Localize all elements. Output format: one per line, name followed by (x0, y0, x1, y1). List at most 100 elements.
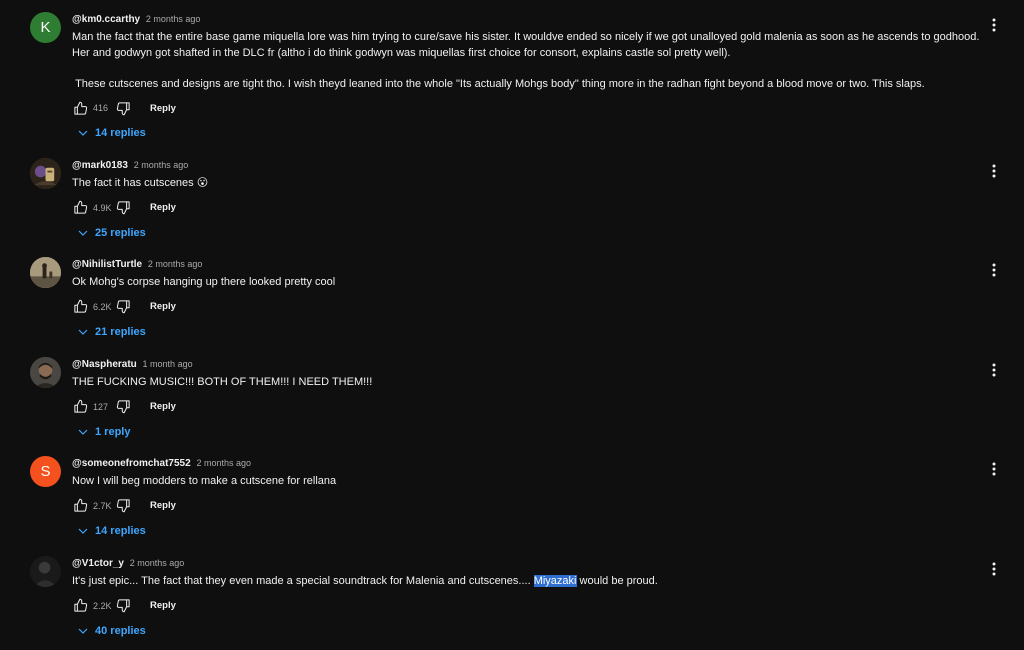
thumb-up-icon (73, 299, 87, 313)
comment-actions: 2.2K Reply (72, 597, 982, 615)
like-count: 416 (93, 103, 109, 113)
chevron-down-icon (78, 230, 88, 236)
selected-text[interactable]: Miyazaki (533, 575, 577, 587)
replies-count: 21 replies (95, 325, 146, 338)
reply-button[interactable]: Reply (150, 401, 176, 412)
avatar[interactable] (30, 556, 61, 587)
chevron-down-icon (78, 329, 88, 335)
avatar-image (30, 158, 61, 189)
comment-author[interactable]: @NihilistTurtle (72, 259, 142, 270)
comment-author[interactable]: @Naspheratu (72, 359, 137, 370)
reply-button[interactable]: Reply (150, 301, 176, 312)
comment-author[interactable]: @V1ctor_y (72, 558, 124, 569)
comment-header: @V1ctor_y 2 months ago (72, 556, 982, 571)
replies-count: 1 reply (95, 425, 131, 438)
comment-text: The fact it has cutscenes 😮 (72, 177, 209, 189)
view-replies-button[interactable]: 21 replies (77, 324, 982, 340)
comment-time[interactable]: 2 months ago (130, 558, 185, 568)
more-vert-icon (992, 462, 996, 476)
chevron-down-icon (78, 130, 88, 136)
like-count: 2.2K (93, 600, 112, 611)
chevron-down-icon (78, 628, 88, 634)
comment-text: It's just epic... The fact that they eve… (72, 574, 982, 590)
chevron-down-icon (78, 528, 88, 534)
dislike-button[interactable] (115, 598, 131, 614)
replies-count: 40 replies (95, 624, 146, 637)
comment-author[interactable]: @someonefromchat7552 (72, 458, 191, 469)
comment-author[interactable]: @km0.ccarthy (72, 14, 140, 25)
dislike-button[interactable] (115, 299, 131, 315)
comment-time[interactable]: 2 months ago (148, 259, 203, 269)
avatar-letter: K (40, 19, 51, 36)
dislike-button[interactable] (115, 498, 131, 514)
view-replies-button[interactable]: 40 replies (77, 623, 982, 639)
comment-actions: 4.9K Reply (72, 199, 982, 217)
avatar-letter: S (40, 463, 51, 480)
comment-actions: 6.2K Reply (72, 298, 982, 316)
thumb-up-icon (73, 598, 87, 612)
dislike-button[interactable] (115, 399, 131, 415)
avatar[interactable]: S (30, 456, 61, 487)
comment-text: Now I will beg modders to make a cutscen… (72, 475, 337, 487)
avatar[interactable] (30, 357, 61, 388)
like-count: 2.7K (93, 500, 112, 511)
more-vert-icon (992, 263, 996, 277)
reply-button[interactable]: Reply (150, 202, 176, 213)
reply-button[interactable]: Reply (150, 500, 176, 511)
comment-author[interactable]: @mark0183 (72, 160, 128, 171)
dislike-button[interactable] (115, 200, 131, 216)
like-button[interactable] (72, 598, 88, 614)
view-replies-button[interactable]: 1 reply (77, 424, 982, 440)
comment-menu-button[interactable] (986, 162, 1002, 180)
comment-header: @km0.ccarthy 2 months ago (72, 12, 982, 27)
like-count: 6.2K (93, 301, 112, 312)
comment-time[interactable]: 2 months ago (146, 14, 201, 24)
like-button[interactable] (72, 100, 88, 116)
comment-time[interactable]: 2 months ago (134, 160, 189, 170)
like-button[interactable] (72, 299, 88, 315)
avatar[interactable] (30, 158, 61, 189)
view-replies-button[interactable]: 14 replies (77, 125, 982, 141)
like-button[interactable] (72, 498, 88, 514)
comment-header: @Naspheratu 1 month ago (72, 357, 982, 372)
thumb-down-icon (116, 400, 130, 414)
comment-header: @NihilistTurtle 2 months ago (72, 257, 982, 272)
comment-menu-button[interactable] (986, 16, 1002, 34)
thumb-down-icon (116, 499, 130, 513)
chevron-down-icon (78, 429, 88, 435)
view-replies-button[interactable]: 14 replies (77, 523, 982, 539)
avatar[interactable]: K (30, 12, 61, 43)
comment-menu-button[interactable] (986, 261, 1002, 279)
comment-actions: 416 Reply (72, 99, 982, 117)
comment-text: Man the fact that the entire base game m… (72, 31, 980, 90)
like-button[interactable] (72, 200, 88, 216)
comment-menu-button[interactable] (986, 560, 1002, 578)
reply-button[interactable]: Reply (150, 103, 176, 114)
replies-count: 14 replies (95, 127, 146, 139)
like-button[interactable] (72, 399, 88, 415)
more-vert-icon (992, 164, 996, 178)
avatar-image (30, 257, 61, 288)
avatar[interactable] (30, 257, 61, 288)
comment-menu-button[interactable] (986, 361, 1002, 379)
comment-time[interactable]: 2 months ago (196, 458, 251, 468)
comment-actions: 127 Reply (72, 398, 982, 416)
avatar-image (30, 357, 61, 388)
comments-section: K @km0.ccarthy 2 months ago Man the fact… (0, 0, 1024, 650)
comment-menu-button[interactable] (986, 460, 1002, 478)
thumb-down-icon (116, 101, 130, 115)
view-replies-button[interactable]: 25 replies (77, 225, 982, 241)
like-count: 127 (93, 401, 109, 412)
thumb-down-icon (116, 599, 130, 613)
comment-time[interactable]: 1 month ago (143, 359, 193, 369)
more-vert-icon (992, 562, 996, 576)
thumb-up-icon (73, 101, 87, 115)
reply-button[interactable]: Reply (150, 600, 176, 611)
avatar-image (30, 556, 61, 587)
thumb-up-icon (73, 399, 87, 413)
more-vert-icon (992, 363, 996, 377)
thumb-down-icon (116, 201, 130, 215)
dislike-button[interactable] (115, 100, 131, 116)
comment-text-after: would be proud. (576, 575, 658, 587)
replies-count: 14 replies (95, 524, 146, 537)
